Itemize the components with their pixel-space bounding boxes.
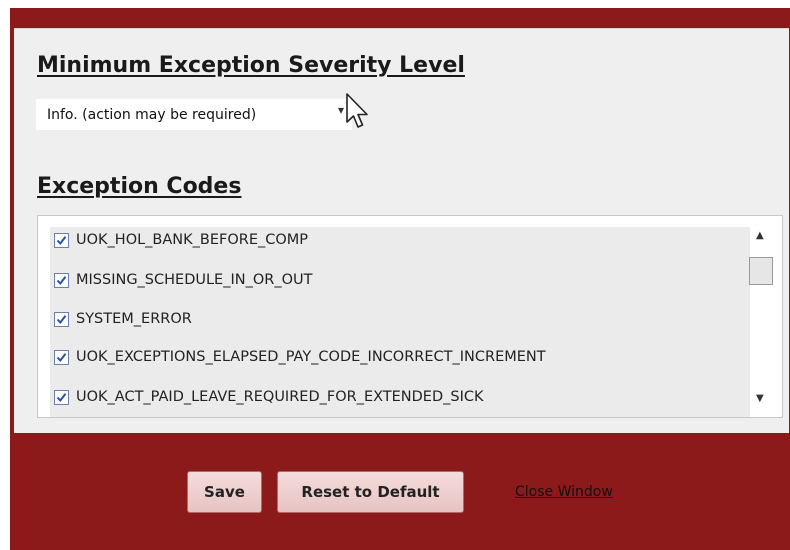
check-icon [56,392,67,402]
save-button[interactable]: Save [187,471,262,513]
exception-code-checkbox[interactable] [54,232,69,248]
exception-code-checkbox[interactable] [54,349,69,365]
severity-select-value: Info. (action may be required) [47,106,257,123]
exception-code-label: UOK_HOL_BANK_BEFORE_COMP [76,232,309,248]
exception-code-checkbox[interactable] [54,389,69,405]
check-icon [56,314,67,324]
exception-code-checkbox[interactable] [54,272,69,288]
check-icon [56,275,67,285]
arrow-down-icon[interactable]: ▼ [756,393,764,404]
exception-code-label: UOK_ACT_PAID_LEAVE_REQUIRED_FOR_EXTENDED… [76,389,484,405]
severity-heading: Minimum Exception Severity Level [37,53,465,78]
check-icon [56,235,67,245]
exception-codes-list[interactable]: UOK_HOL_BANK_BEFORE_COMP MISSING_SCHEDUL… [37,215,783,418]
close-window-link[interactable]: Close Window [515,484,613,500]
exception-code-label: SYSTEM_ERROR [76,311,192,327]
arrow-up-icon[interactable]: ▲ [756,230,764,241]
exception-code-checkbox[interactable] [54,311,69,327]
list-item[interactable]: UOK_HOL_BANK_BEFORE_COMP [54,229,308,251]
reset-to-default-button[interactable]: Reset to Default [277,471,464,513]
exception-codes-list-viewport: UOK_HOL_BANK_BEFORE_COMP MISSING_SCHEDUL… [50,227,750,417]
list-item[interactable]: UOK_EXCEPTIONS_ELAPSED_PAY_CODE_INCORREC… [54,346,546,368]
severity-select[interactable]: Info. (action may be required) [36,99,352,130]
scrollbar-thumb[interactable] [749,257,773,285]
list-item[interactable]: SYSTEM_ERROR [54,308,192,330]
list-item[interactable]: MISSING_SCHEDULE_IN_OR_OUT [54,269,312,291]
exception-code-label: UOK_EXCEPTIONS_ELAPSED_PAY_CODE_INCORREC… [76,349,546,365]
mouse-pointer-icon [346,93,368,128]
exception-code-label: MISSING_SCHEDULE_IN_OR_OUT [76,272,313,288]
exception-codes-heading: Exception Codes [37,174,242,199]
list-item[interactable]: UOK_ACT_PAID_LEAVE_REQUIRED_FOR_EXTENDED… [54,386,484,408]
check-icon [56,352,67,362]
